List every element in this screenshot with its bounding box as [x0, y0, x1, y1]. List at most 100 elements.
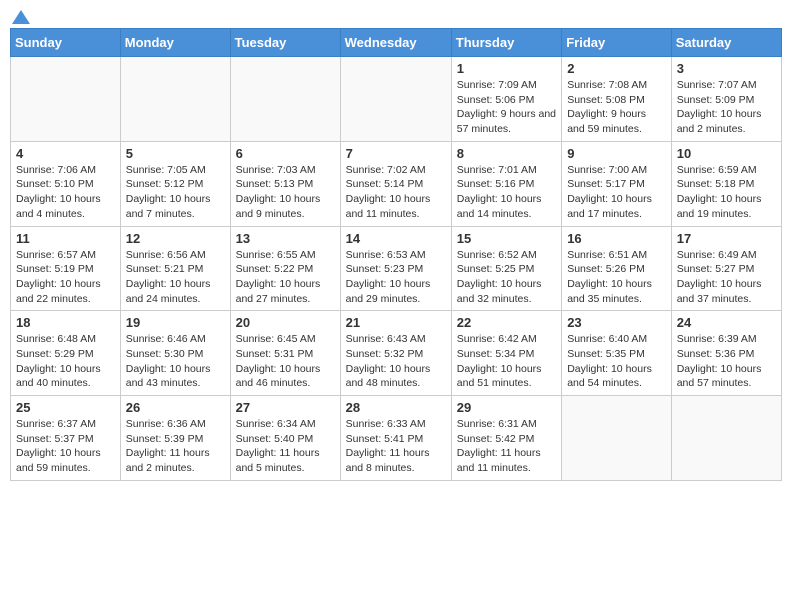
day-number: 17 [677, 231, 776, 246]
calendar-table: SundayMondayTuesdayWednesdayThursdayFrid… [10, 28, 782, 481]
calendar-cell: 14Sunrise: 6:53 AMSunset: 5:23 PMDayligh… [340, 226, 451, 311]
calendar-cell: 9 Sunrise: 7:00 AMSunset: 5:17 PMDaylight… [562, 141, 672, 226]
calendar-cell: 13 Sunrise: 6:55 AMSunset: 5:22 PMDayligh… [230, 226, 340, 311]
day-number: 15 [457, 231, 556, 246]
calendar-week-row: 18 Sunrise: 6:48 AMSunset: 5:29 PMDayligh… [11, 311, 782, 396]
day-number: 28 [346, 400, 446, 415]
day-info: Sunrise: 6:52 AMSunset: 5:25 PMDaylight:… [457, 248, 556, 307]
day-info: Sunrise: 6:51 AMSunset: 5:26 PMDaylight:… [567, 248, 666, 307]
calendar-cell [340, 57, 451, 142]
day-number: 27 [236, 400, 335, 415]
day-info: Sunrise: 6:56 AMSunset: 5:21 PMDaylight:… [126, 248, 225, 307]
calendar-cell: 18 Sunrise: 6:48 AMSunset: 5:29 PMDayligh… [11, 311, 121, 396]
calendar-cell: 20 Sunrise: 6:45 AMSunset: 5:31 PMDayligh… [230, 311, 340, 396]
day-info: Sunrise: 6:53 AMSunset: 5:23 PMDaylight:… [346, 248, 446, 307]
day-info: Sunrise: 7:09 AMSunset: 5:06 PMDaylight:… [457, 78, 556, 137]
calendar-cell [230, 57, 340, 142]
calendar-cell: 22 Sunrise: 6:42 AMSunset: 5:34 PMDayligh… [451, 311, 561, 396]
calendar-cell [11, 57, 121, 142]
calendar-cell: 17 Sunrise: 6:49 AMSunset: 5:27 PMDayligh… [671, 226, 781, 311]
calendar-cell [120, 57, 230, 142]
col-header-thursday: Thursday [451, 29, 561, 57]
calendar-week-row: 4 Sunrise: 7:06 AMSunset: 5:10 PMDaylight… [11, 141, 782, 226]
day-info: Sunrise: 6:46 AMSunset: 5:30 PMDaylight:… [126, 332, 225, 391]
day-info: Sunrise: 7:07 AMSunset: 5:09 PMDaylight:… [677, 78, 776, 137]
day-number: 12 [126, 231, 225, 246]
day-number: 18 [16, 315, 115, 330]
day-number: 4 [16, 146, 115, 161]
day-info: Sunrise: 6:36 AMSunset: 5:39 PMDaylight:… [126, 417, 225, 476]
day-number: 13 [236, 231, 335, 246]
day-info: Sunrise: 6:57 AMSunset: 5:19 PMDaylight:… [16, 248, 115, 307]
col-header-sunday: Sunday [11, 29, 121, 57]
day-number: 6 [236, 146, 335, 161]
day-info: Sunrise: 7:02 AMSunset: 5:14 PMDaylight:… [346, 163, 446, 222]
day-info: Sunrise: 6:42 AMSunset: 5:34 PMDaylight:… [457, 332, 556, 391]
calendar-cell: 25 Sunrise: 6:37 AMSunset: 5:37 PMDayligh… [11, 396, 121, 481]
calendar-cell: 5 Sunrise: 7:05 AMSunset: 5:12 PMDaylight… [120, 141, 230, 226]
day-number: 29 [457, 400, 556, 415]
day-number: 10 [677, 146, 776, 161]
day-info: Sunrise: 6:49 AMSunset: 5:27 PMDaylight:… [677, 248, 776, 307]
day-number: 26 [126, 400, 225, 415]
day-info: Sunrise: 7:05 AMSunset: 5:12 PMDaylight:… [126, 163, 225, 222]
day-number: 21 [346, 315, 446, 330]
calendar-cell: 7 Sunrise: 7:02 AMSunset: 5:14 PMDaylight… [340, 141, 451, 226]
day-info: Sunrise: 6:40 AMSunset: 5:35 PMDaylight:… [567, 332, 666, 391]
day-info: Sunrise: 6:34 AMSunset: 5:40 PMDaylight:… [236, 417, 335, 476]
calendar-week-row: 1 Sunrise: 7:09 AMSunset: 5:06 PMDaylight… [11, 57, 782, 142]
day-number: 25 [16, 400, 115, 415]
calendar-header-row: SundayMondayTuesdayWednesdayThursdayFrid… [11, 29, 782, 57]
day-number: 23 [567, 315, 666, 330]
day-number: 9 [567, 146, 666, 161]
calendar-cell: 10 Sunrise: 6:59 AMSunset: 5:18 PMDayligh… [671, 141, 781, 226]
calendar-cell: 29 Sunrise: 6:31 AMSunset: 5:42 PMDayligh… [451, 396, 561, 481]
day-info: Sunrise: 7:00 AMSunset: 5:17 PMDaylight:… [567, 163, 666, 222]
calendar-cell: 24Sunrise: 6:39 AMSunset: 5:36 PMDayligh… [671, 311, 781, 396]
calendar-cell: 8Sunrise: 7:01 AMSunset: 5:16 PMDaylight… [451, 141, 561, 226]
day-info: Sunrise: 6:43 AMSunset: 5:32 PMDaylight:… [346, 332, 446, 391]
day-info: Sunrise: 6:33 AMSunset: 5:41 PMDaylight:… [346, 417, 446, 476]
day-number: 5 [126, 146, 225, 161]
calendar-cell: 3 Sunrise: 7:07 AMSunset: 5:09 PMDaylight… [671, 57, 781, 142]
logo-triangle-icon [12, 10, 30, 24]
day-number: 11 [16, 231, 115, 246]
calendar-cell: 1 Sunrise: 7:09 AMSunset: 5:06 PMDaylight… [451, 57, 561, 142]
day-number: 7 [346, 146, 446, 161]
calendar-cell: 26 Sunrise: 6:36 AMSunset: 5:39 PMDayligh… [120, 396, 230, 481]
calendar-cell [671, 396, 781, 481]
col-header-friday: Friday [562, 29, 672, 57]
day-number: 1 [457, 61, 556, 76]
day-number: 24 [677, 315, 776, 330]
calendar-cell [562, 396, 672, 481]
calendar-week-row: 11 Sunrise: 6:57 AMSunset: 5:19 PMDayligh… [11, 226, 782, 311]
day-number: 20 [236, 315, 335, 330]
day-number: 3 [677, 61, 776, 76]
day-info: Sunrise: 6:45 AMSunset: 5:31 PMDaylight:… [236, 332, 335, 391]
day-info: Sunrise: 7:08 AMSunset: 5:08 PMDaylight:… [567, 78, 666, 137]
calendar-cell: 2Sunrise: 7:08 AMSunset: 5:08 PMDaylight… [562, 57, 672, 142]
col-header-saturday: Saturday [671, 29, 781, 57]
calendar-cell: 15 Sunrise: 6:52 AMSunset: 5:25 PMDayligh… [451, 226, 561, 311]
day-number: 16 [567, 231, 666, 246]
col-header-monday: Monday [120, 29, 230, 57]
calendar-cell: 28 Sunrise: 6:33 AMSunset: 5:41 PMDayligh… [340, 396, 451, 481]
calendar-cell: 6 Sunrise: 7:03 AMSunset: 5:13 PMDaylight… [230, 141, 340, 226]
day-info: Sunrise: 7:03 AMSunset: 5:13 PMDaylight:… [236, 163, 335, 222]
day-info: Sunrise: 6:48 AMSunset: 5:29 PMDaylight:… [16, 332, 115, 391]
page-header [10, 10, 782, 20]
calendar-week-row: 25 Sunrise: 6:37 AMSunset: 5:37 PMDayligh… [11, 396, 782, 481]
day-number: 22 [457, 315, 556, 330]
calendar-cell: 11 Sunrise: 6:57 AMSunset: 5:19 PMDayligh… [11, 226, 121, 311]
calendar-cell: 21 Sunrise: 6:43 AMSunset: 5:32 PMDayligh… [340, 311, 451, 396]
day-info: Sunrise: 6:37 AMSunset: 5:37 PMDaylight:… [16, 417, 115, 476]
day-number: 19 [126, 315, 225, 330]
day-info: Sunrise: 7:01 AMSunset: 5:16 PMDaylight:… [457, 163, 556, 222]
day-info: Sunrise: 6:55 AMSunset: 5:22 PMDaylight:… [236, 248, 335, 307]
logo [10, 10, 30, 20]
calendar-cell: 23 Sunrise: 6:40 AMSunset: 5:35 PMDayligh… [562, 311, 672, 396]
day-info: Sunrise: 7:06 AMSunset: 5:10 PMDaylight:… [16, 163, 115, 222]
calendar-cell: 19 Sunrise: 6:46 AMSunset: 5:30 PMDayligh… [120, 311, 230, 396]
day-info: Sunrise: 6:31 AMSunset: 5:42 PMDaylight:… [457, 417, 556, 476]
day-info: Sunrise: 6:59 AMSunset: 5:18 PMDaylight:… [677, 163, 776, 222]
